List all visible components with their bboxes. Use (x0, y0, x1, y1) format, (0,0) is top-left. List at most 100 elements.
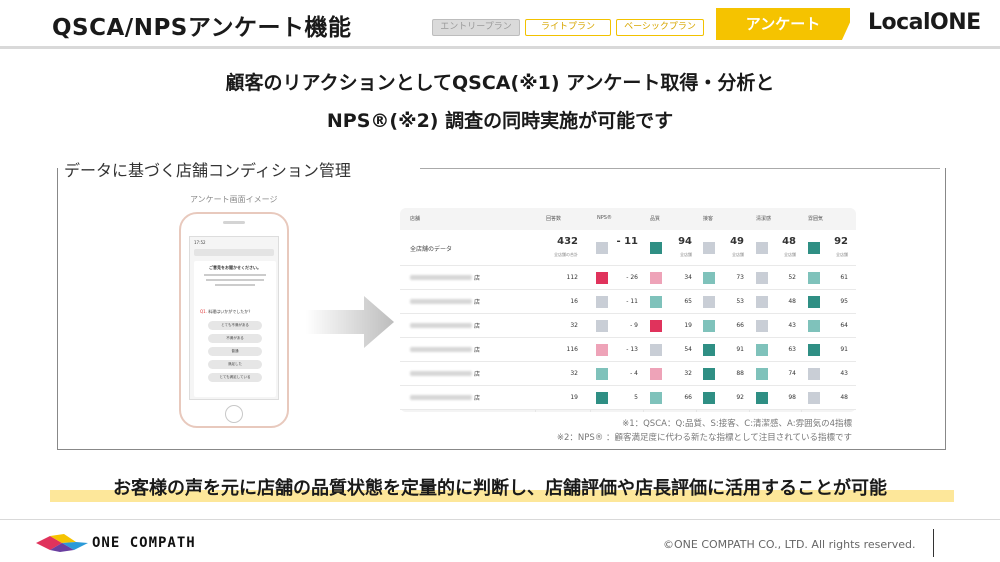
localone-logo: LocalONE (868, 10, 981, 35)
score-swatch (650, 392, 662, 404)
store-name-redacted (410, 275, 472, 280)
header-store[interactable]: 店舗 (410, 215, 420, 222)
cell-nps: - 13 (626, 346, 638, 353)
section-label: データに基づく店舗コンディション管理 (64, 157, 361, 181)
tab-entry-plan[interactable]: エントリープラン (432, 19, 520, 36)
cell-c: 98 (788, 394, 796, 401)
score-swatch (650, 242, 662, 254)
table-row[interactable]: 店 19 5 66 92 98 48 (400, 386, 856, 410)
cell-c: 63 (788, 346, 796, 353)
tab-basic-plan[interactable]: ベーシックプラン (616, 19, 704, 36)
score-swatch (703, 344, 715, 356)
score-swatch (596, 392, 608, 404)
tab-survey-active[interactable]: アンケート (716, 8, 850, 40)
score-swatch (703, 320, 715, 332)
survey-option-1[interactable]: とても不満がある (208, 321, 262, 330)
score-swatch (650, 320, 662, 332)
total-c: 48 (782, 236, 796, 247)
header-quality[interactable]: 品質 (650, 215, 660, 222)
score-swatch (703, 272, 715, 284)
table-row[interactable]: 店 32 - 4 32 88 74 43 (400, 362, 856, 386)
store-name-suffix: 店 (474, 371, 481, 378)
copyright-text: ©ONE COMPATH CO., LTD. All rights reserv… (663, 538, 916, 551)
cell-nps: - 26 (626, 274, 638, 281)
cell-count: 112 (566, 274, 578, 281)
score-swatch (596, 344, 608, 356)
cell-nps: - 4 (630, 370, 638, 377)
store-name-redacted (410, 347, 472, 352)
footer-divider (0, 519, 1000, 520)
table-row[interactable]: 店 16 - 11 65 53 48 95 (400, 290, 856, 314)
score-swatch (703, 296, 715, 308)
store-name-redacted (410, 395, 472, 400)
cell-s: 91 (736, 346, 744, 353)
tagline: お客様の声を元に店舗の品質状態を定量的に判断し、店舗評価や店長評価に活用すること… (113, 478, 887, 499)
survey-option-4[interactable]: 満足した (208, 360, 262, 369)
header: QSCA/NPSアンケート機能 エントリープラン ライトプラン ベーシックプラン… (0, 0, 1000, 50)
score-swatch (703, 392, 715, 404)
cell-c: 48 (788, 298, 796, 305)
header-service[interactable]: 接客 (703, 215, 713, 222)
store-name-suffix: 店 (474, 395, 481, 402)
section-rule (420, 168, 940, 169)
onecompath-logo-icon (36, 534, 88, 552)
headline-line-1: 顧客のリアクションとしてQSCA(※1) アンケート取得・分析と (225, 72, 775, 94)
phone-mockup: 17:52 ご意見をお聞かせください。 Q1. 料理はいかがでしたか？ とても不… (179, 212, 289, 428)
cell-c: 74 (788, 370, 796, 377)
table-row[interactable]: 店 112 - 26 34 73 52 61 (400, 266, 856, 290)
survey-question-text: 料理はいかがでしたか？ (208, 309, 253, 314)
survey-question: Q1. 料理はいかがでしたか？ (200, 309, 252, 315)
total-q: 94 (678, 236, 692, 247)
table-header: 店舗 回答数 NPS® 品質 接客 清潔感 雰囲気 (400, 208, 856, 230)
total-q-sublabel: 全店舗 (680, 252, 692, 257)
right-arrow-icon (306, 296, 394, 348)
cell-count: 32 (570, 322, 578, 329)
cell-c: 52 (788, 274, 796, 281)
table-row[interactable]: 店 32 - 9 19 66 43 64 (400, 314, 856, 338)
total-count-sublabel: 全店舗の合計 (554, 252, 578, 257)
cell-s: 88 (736, 370, 744, 377)
survey-option-3[interactable]: 普通 (208, 347, 262, 356)
cell-count: 116 (566, 346, 578, 353)
score-swatch (596, 296, 608, 308)
score-swatch (808, 368, 820, 380)
store-name-redacted (410, 371, 472, 376)
total-count: 432 (557, 236, 578, 247)
survey-text-line (204, 274, 266, 276)
total-c-sublabel: 全店舗 (784, 252, 796, 257)
total-a: 92 (834, 236, 848, 247)
cell-count: 16 (570, 298, 578, 305)
cell-q: 32 (684, 370, 692, 377)
total-label: 全店舗のデータ (410, 246, 453, 253)
cell-count: 32 (570, 370, 578, 377)
score-swatch (756, 272, 768, 284)
header-count[interactable]: 回答数 (546, 215, 561, 222)
score-swatch (808, 392, 820, 404)
cell-q: 19 (684, 322, 692, 329)
cell-a: 91 (840, 346, 848, 353)
footnote-qsca: ※1：QSCA：Q:品質、S:接客、C:清潔感、A:雰囲気の4指標 (622, 419, 852, 429)
table-row-total[interactable]: 全店舗のデータ 432 全店舗の合計 - 11 94 全店舗 49 全店舗 48 全店舗 92 全店舗 (400, 230, 856, 266)
store-name-suffix: 店 (474, 299, 481, 306)
cell-a: 43 (840, 370, 848, 377)
cell-nps: - 9 (630, 322, 638, 329)
tab-light-plan[interactable]: ライトプラン (525, 19, 611, 36)
cell-s: 53 (736, 298, 744, 305)
cell-a: 64 (840, 322, 848, 329)
score-swatch (756, 296, 768, 308)
score-swatch (756, 320, 768, 332)
phone-status-time: 17:52 (194, 240, 206, 245)
survey-option-2[interactable]: 不満がある (208, 334, 262, 343)
survey-option-5[interactable]: とても満足している (208, 373, 262, 382)
header-nps[interactable]: NPS® (597, 215, 612, 221)
phone-url-bar (194, 249, 274, 256)
score-swatch (596, 242, 608, 254)
header-atmosphere[interactable]: 雰囲気 (808, 215, 823, 222)
phone-home-button (225, 405, 243, 423)
header-cleanliness[interactable]: 清潔感 (756, 215, 771, 222)
footer-bar (933, 529, 934, 557)
total-s-sublabel: 全店舗 (732, 252, 744, 257)
table-row[interactable]: 店 116 - 13 54 91 63 91 (400, 338, 856, 362)
score-swatch (650, 344, 662, 356)
store-name-suffix: 店 (474, 323, 481, 330)
